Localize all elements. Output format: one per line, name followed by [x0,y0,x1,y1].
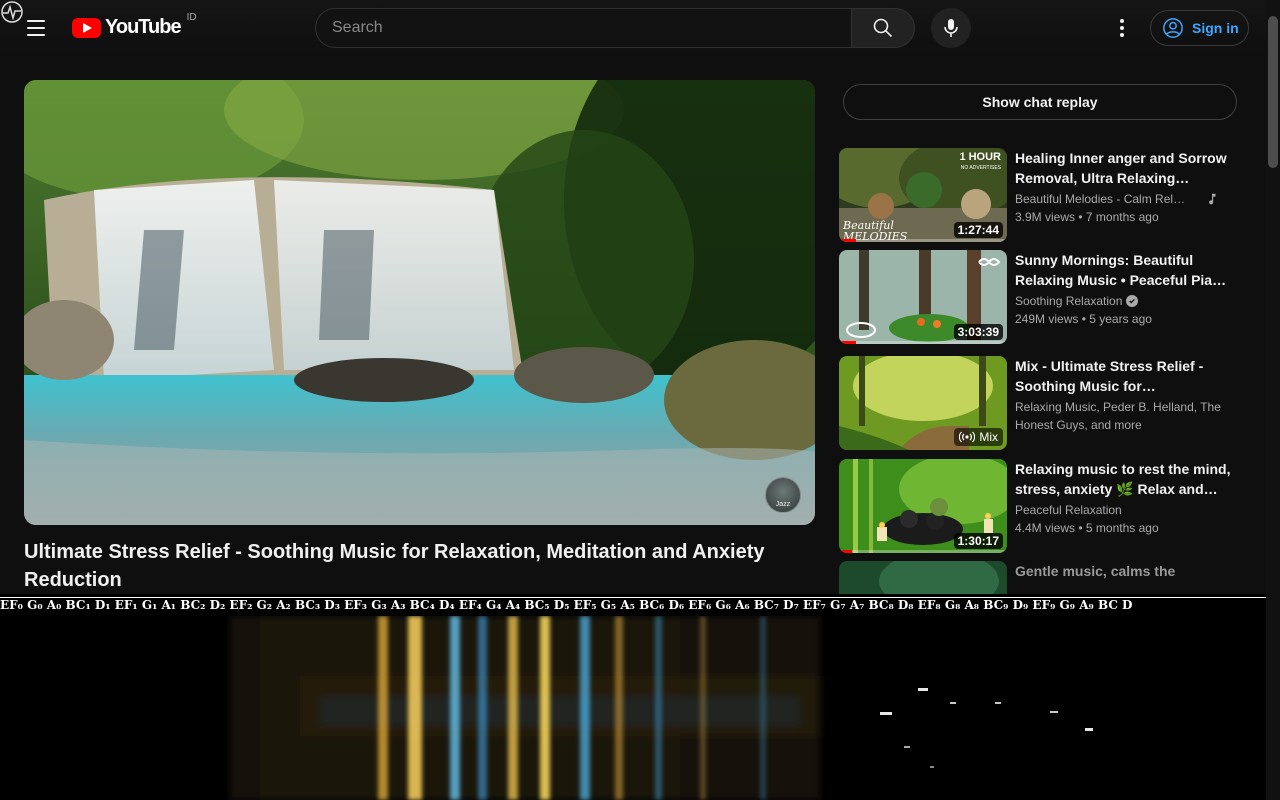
recommended-mix[interactable]: Mix Mix - Ultimate Stress Relief - Sooth… [839,356,1239,450]
video-meta: Healing Inner anger and Sorrow Removal, … [1007,148,1231,242]
recommended-video[interactable]: 3:03:39 Sunny Mornings: Beautiful Relaxi… [839,250,1239,344]
piano-note-scale: EF₀ G₀ A₀ BC₁ D₁ EF₁ G₁ A₁ BC₂ D₂ EF₂ G₂… [0,594,1266,616]
video-stats: 3.9M views • 7 months ago [1015,210,1159,224]
video-title-link[interactable]: Mix - Ultimate Stress Relief - Soothing … [1015,356,1231,396]
search-input[interactable] [315,8,851,48]
video-title-link[interactable]: Healing Inner anger and Sorrow Removal, … [1015,148,1231,188]
video-stats: 249M views • 5 years ago [1015,312,1152,326]
microphone-icon [944,19,958,37]
video-thumbnail[interactable]: 1 HOUR NO ADVERTISES Beautiful MELODIES … [839,148,1007,242]
guide-menu-button[interactable] [20,12,52,44]
view-count: 3.9M views [1015,210,1076,224]
spectrogram-image [0,616,1266,800]
youtube-watch-page: YouTube ID Search Sign in Jazz Ultimate … [0,0,1280,800]
page-scrollbar-thumb[interactable] [1268,16,1278,168]
search-button[interactable] [851,8,915,48]
video-frame-waterfall [24,80,815,525]
channel-name[interactable]: Beautiful Melodies - Calm Rela… [1015,190,1231,208]
mix-label: Mix [979,430,998,444]
channel-name-text: Peaceful Relaxation [1015,503,1122,517]
menu-bar [27,27,45,29]
dot [1120,26,1124,30]
watch-progress-bar [839,239,856,242]
mix-badge: Mix [954,428,1003,446]
music-note-icon [1209,193,1216,205]
video-title-link[interactable]: Relaxing music to rest the mind, stress,… [1015,459,1231,499]
chat-replay-label: Show chat replay [982,94,1098,110]
masthead: YouTube ID Search Sign in [0,0,1266,56]
channel-watermark[interactable]: Jazz [765,477,801,513]
search-icon [873,18,893,38]
video-meta: Sunny Mornings: Beautiful Relaxing Music… [1007,250,1231,344]
radio-broadcast-icon [959,431,976,443]
youtube-play-icon [72,17,101,38]
thumbnail-noads-text: NO ADVERTISES [960,165,1001,171]
thumbnail-hour-text: 1 HOUR [959,151,1001,163]
upload-age: 5 years ago [1089,312,1152,326]
mix-thumbnail[interactable]: Mix [839,356,1007,450]
video-meta: Relaxing music to rest the mind, stress,… [1007,459,1231,553]
video-title: Ultimate Stress Relief - Soothing Music … [24,541,765,591]
region-code: ID [186,12,197,23]
menu-bar [27,20,45,22]
video-stats: 4.4M views • 5 months ago [1015,521,1159,535]
channel-name-text: Soothing Relaxation [1015,294,1123,308]
channel-name-text: Beautiful Melodies - Calm Rela… [1015,192,1191,206]
dot [1120,33,1124,37]
sign-in-label: Sign in [1192,20,1239,36]
watch-progress-bar [839,550,853,553]
video-title-link[interactable]: Gentle music, calms the [1015,561,1231,581]
watch-progress-track [839,341,1007,344]
verified-check-icon [1126,295,1139,307]
upload-age: 7 months ago [1085,210,1159,224]
video-thumbnail[interactable]: 3:03:39 [839,250,1007,344]
video-player[interactable]: Jazz [24,80,815,525]
mix-artists: Relaxing Music, Peder B. Helland, The Ho… [1015,398,1231,434]
logo-wordmark: YouTube [105,16,182,38]
upload-age: 5 months ago [1085,521,1159,535]
duration-badge: 1:27:44 [953,222,1003,238]
video-meta: Mix - Ultimate Stress Relief - Soothing … [1007,356,1231,450]
sign-in-button[interactable]: Sign in [1150,10,1249,46]
view-count: 249M views [1015,312,1079,326]
search-box [315,8,915,48]
video-thumbnail[interactable]: 1:30:17 [839,459,1007,553]
channel-name[interactable]: Peaceful Relaxation [1015,501,1231,519]
voice-search-button[interactable] [931,8,971,48]
duration-badge: 3:03:39 [953,324,1003,340]
mix-artists-text: Relaxing Music, Peder B. Helland, The Ho… [1015,400,1221,432]
watch-progress-track [839,239,1007,242]
settings-more-button[interactable] [1106,12,1138,44]
menu-bar [27,34,45,36]
duration-badge: 1:30:17 [953,533,1003,549]
watch-progress-track [839,550,1007,553]
account-icon [1163,18,1183,38]
watch-progress-bar [839,341,856,344]
youtube-logo[interactable]: YouTube ID [72,12,197,39]
show-chat-replay-button[interactable]: Show chat replay [843,84,1237,120]
view-count: 4.4M views [1015,521,1076,535]
video-title-link[interactable]: Sunny Mornings: Beautiful Relaxing Music… [1015,250,1231,290]
channel-name[interactable]: Soothing Relaxation [1015,292,1231,310]
dot [1120,19,1124,23]
spectrogram-overlay: EF₀ G₀ A₀ BC₁ D₁ EF₁ G₁ A₁ BC₂ D₂ EF₂ G₂… [0,594,1266,800]
recommended-video[interactable]: 1 HOUR NO ADVERTISES Beautiful MELODIES … [839,148,1239,242]
watermark-label: Jazz [775,501,791,508]
recommended-video[interactable]: 1:30:17 Relaxing music to rest the mind,… [839,459,1239,553]
